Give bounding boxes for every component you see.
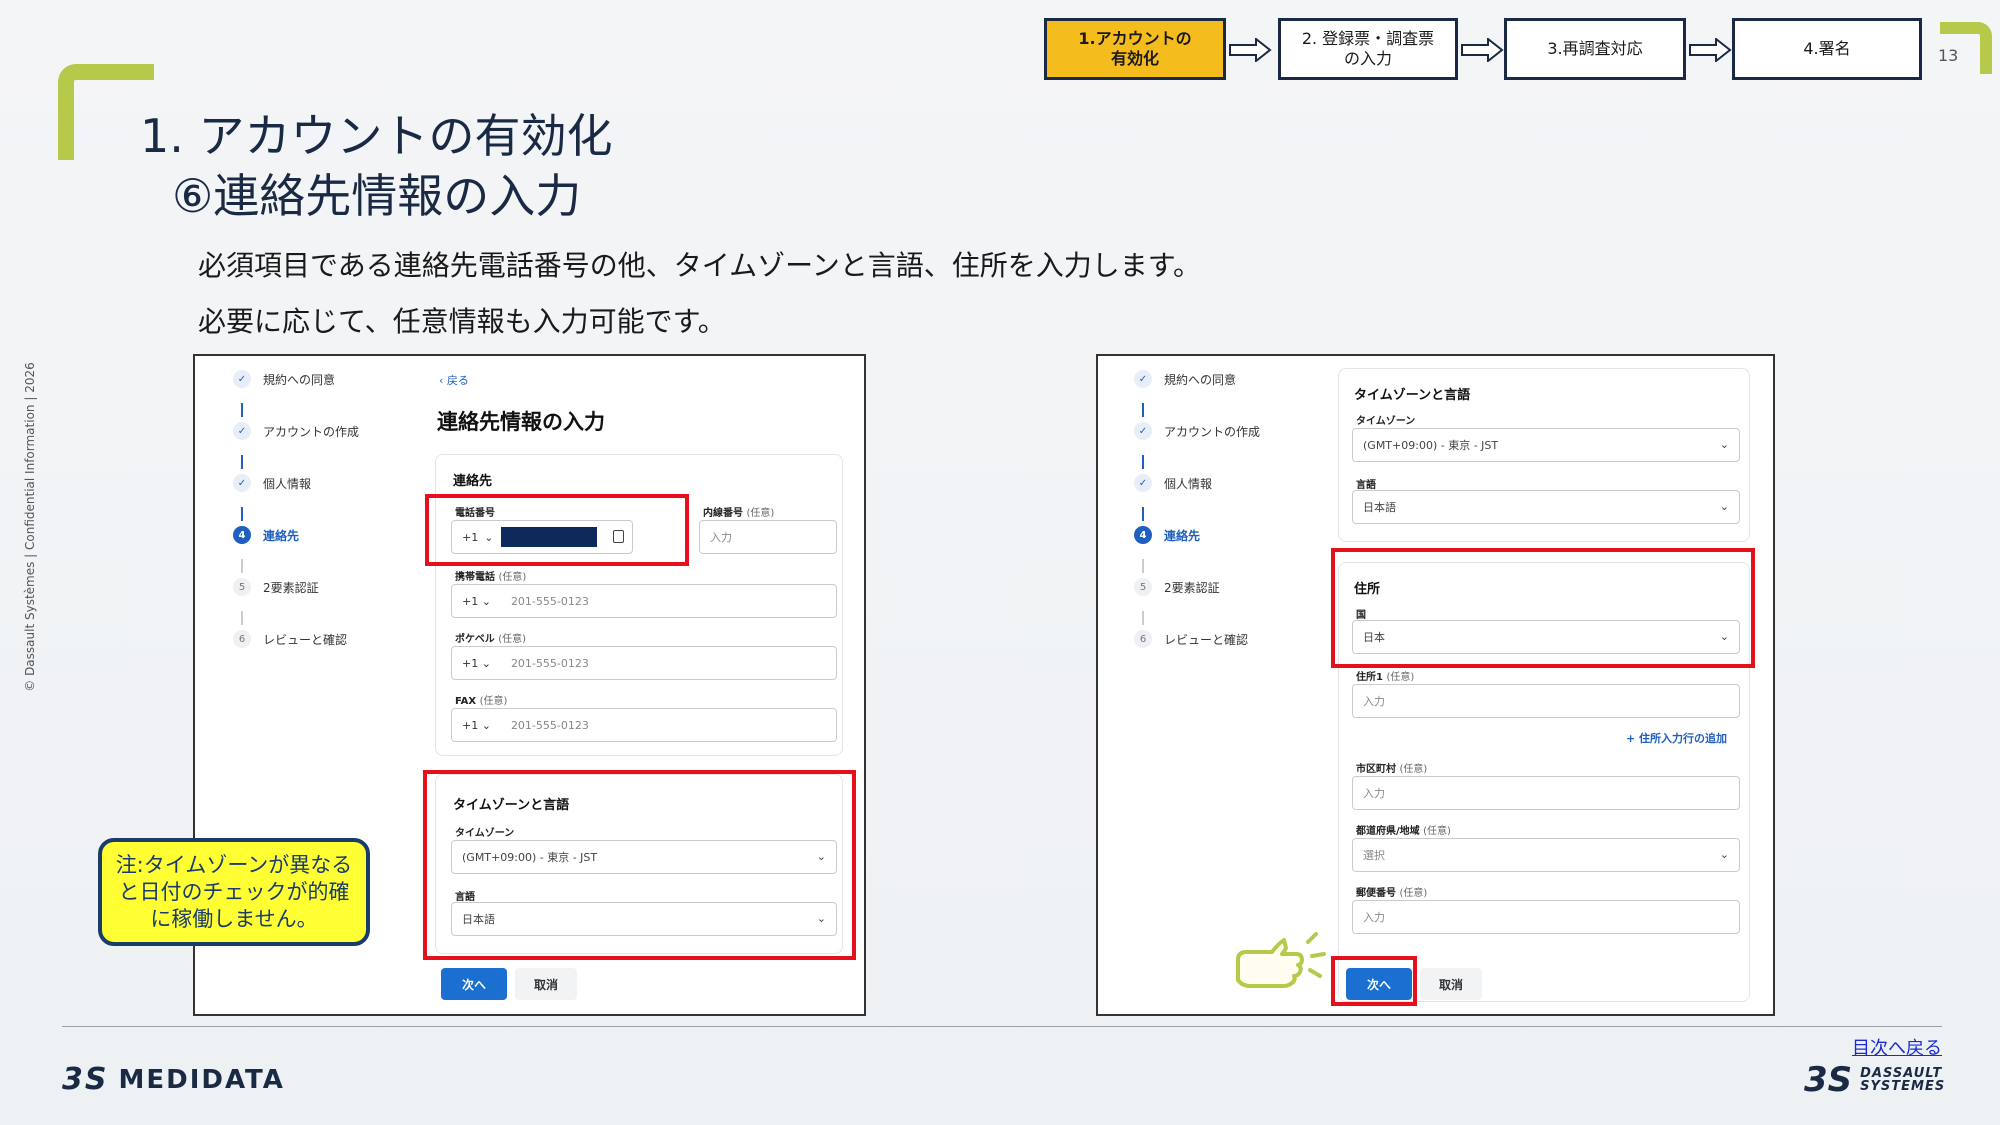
timezone-label: タイムゾーン (1356, 416, 1416, 427)
city-field[interactable]: 入力 (1352, 776, 1740, 810)
check-icon: ✓ (1134, 370, 1152, 388)
highlight-timezone (423, 770, 856, 960)
check-icon: ✓ (233, 474, 251, 492)
stepper-connector (1142, 507, 1144, 521)
mobile-field[interactable]: +1 ⌄ 201-555-0123 (451, 584, 837, 618)
stepper-item-account: ✓ アカウントの作成 (233, 422, 359, 440)
stepper-item-review: 6 レビューと確認 (1134, 630, 1248, 648)
timezone-note: 注:タイムゾーンが異なると日付のチェックが的確に稼働しません。 (98, 838, 370, 946)
next-button[interactable]: 次へ (441, 968, 507, 1000)
stepper-item-review: 6 レビューと確認 (233, 630, 347, 648)
address1-label: 住所1 (任意) (1356, 672, 1415, 683)
right-screenshot: ✓ 規約への同意 ✓ アカウントの作成 ✓ 個人情報 4 連絡先 5 2要素認証 6 レビュ… (1096, 354, 1775, 1016)
stepper-item-2fa: 5 2要素認証 (233, 578, 319, 596)
cancel-button[interactable]: 取消 (1420, 968, 1482, 1000)
stepper-connector (1142, 559, 1144, 573)
check-icon: ✓ (233, 370, 251, 388)
flow-step-3: 3.再調査対応 (1504, 18, 1686, 80)
check-icon: ✓ (233, 422, 251, 440)
timezone-select[interactable]: (GMT+09:00) - 東京 - JST ⌄ (1352, 428, 1740, 462)
timezone-section-title: タイムゾーンと言語 (1354, 388, 1471, 403)
page-title: 1. アカウントの有効化 (140, 109, 613, 163)
highlight-address (1331, 548, 1755, 668)
chevron-down-icon: ⌄ (481, 594, 491, 608)
stepper-connector (1142, 455, 1144, 469)
ds-mark-icon: 3S (1804, 1060, 1853, 1100)
stepper-connector (241, 507, 243, 521)
chevron-down-icon: ⌄ (481, 656, 491, 670)
back-to-toc-link[interactable]: 目次へ戻る (1852, 1034, 1942, 1060)
contact-section-title: 連絡先 (453, 474, 493, 489)
flow-arrow-icon (1689, 38, 1732, 62)
prefecture-label: 都道府県/地域 (任意) (1356, 826, 1451, 837)
stepper-item-2fa: 5 2要素認証 (1134, 578, 1220, 596)
flow-step-4: 4.署名 (1732, 18, 1922, 80)
language-select[interactable]: 日本語 ⌄ (1352, 490, 1740, 524)
stepper-connector (241, 559, 243, 573)
language-label: 言語 (1356, 480, 1376, 491)
stepper-item-contact: 4 連絡先 (233, 526, 299, 544)
flow-arrow-icon (1229, 38, 1272, 62)
stepper-item-personal: ✓ 個人情報 (233, 474, 311, 492)
flow-arrow-icon (1461, 38, 1504, 62)
postal-label: 郵便番号 (任意) (1356, 888, 1428, 899)
dassault-logo: 3S DASSAULT SYSTEMES (1804, 1060, 1946, 1100)
check-icon: ✓ (1134, 422, 1152, 440)
fax-label: FAX (任意) (455, 696, 508, 707)
chevron-down-icon: ⌄ (1719, 848, 1729, 861)
footer-divider (62, 1026, 1942, 1027)
stepper-connector (241, 403, 243, 417)
address1-field[interactable]: 入力 (1352, 684, 1740, 718)
stepper-connector (1142, 611, 1144, 625)
medidata-logo: 3S MEDIDATA (62, 1062, 285, 1097)
pointing-hand-icon (1236, 932, 1326, 988)
pager-field[interactable]: +1 ⌄ 201-555-0123 (451, 646, 837, 680)
stepper-connector (1142, 403, 1144, 417)
flow-step-2: 2. 登録票・調査票 の入力 (1278, 18, 1458, 80)
chevron-down-icon: ⌄ (1719, 438, 1729, 451)
prefecture-select[interactable]: 選択 ⌄ (1352, 838, 1740, 872)
stepper-item-terms: ✓ 規約への同意 (233, 370, 335, 388)
stepper-item-personal: ✓ 個人情報 (1134, 474, 1212, 492)
stepper-item-account: ✓ アカウントの作成 (1134, 422, 1260, 440)
description-line-2: 必要に応じて、任意情報も入力可能です。 (198, 305, 726, 338)
back-link[interactable]: ‹ 戻る (439, 372, 469, 388)
postal-field[interactable]: 入力 (1352, 900, 1740, 934)
highlight-phone (425, 494, 689, 566)
page-subtitle: ⑥連絡先情報の入力 (172, 169, 582, 223)
chevron-down-icon: ⌄ (1719, 500, 1729, 513)
fax-field[interactable]: +1 ⌄ 201-555-0123 (451, 708, 837, 742)
form-heading: 連絡先情報の入力 (437, 410, 605, 434)
stepper-connector (241, 611, 243, 625)
extension-field[interactable]: 入力 (699, 520, 837, 554)
check-icon: ✓ (1134, 474, 1152, 492)
flow-step-1: 1.アカウントの 有効化 (1044, 18, 1226, 80)
chevron-down-icon: ⌄ (481, 718, 491, 732)
city-label: 市区町村 (任意) (1356, 764, 1428, 775)
stepper-item-contact: 4 連絡先 (1134, 526, 1200, 544)
pager-label: ポケベル (任意) (455, 634, 526, 645)
cancel-button[interactable]: 取消 (515, 968, 577, 1000)
highlight-next-button (1331, 956, 1417, 1006)
description-line-1: 必須項目である連絡先電話番号の他、タイムゾーンと言語、住所を入力します。 (198, 249, 1201, 282)
add-address-line-link[interactable]: + 住所入力行の追加 (1626, 730, 1727, 746)
extension-label: 内線番号 (任意) (703, 508, 775, 519)
stepper-item-terms: ✓ 規約への同意 (1134, 370, 1236, 388)
ds-mark-icon: 3S (62, 1062, 109, 1097)
page-number: 13 (1938, 46, 1959, 65)
mobile-label: 携帯電話 (任意) (455, 572, 527, 583)
stepper-connector (241, 455, 243, 469)
confidential-notice: © Dassault Systèmes | Confidential Infor… (23, 362, 37, 692)
